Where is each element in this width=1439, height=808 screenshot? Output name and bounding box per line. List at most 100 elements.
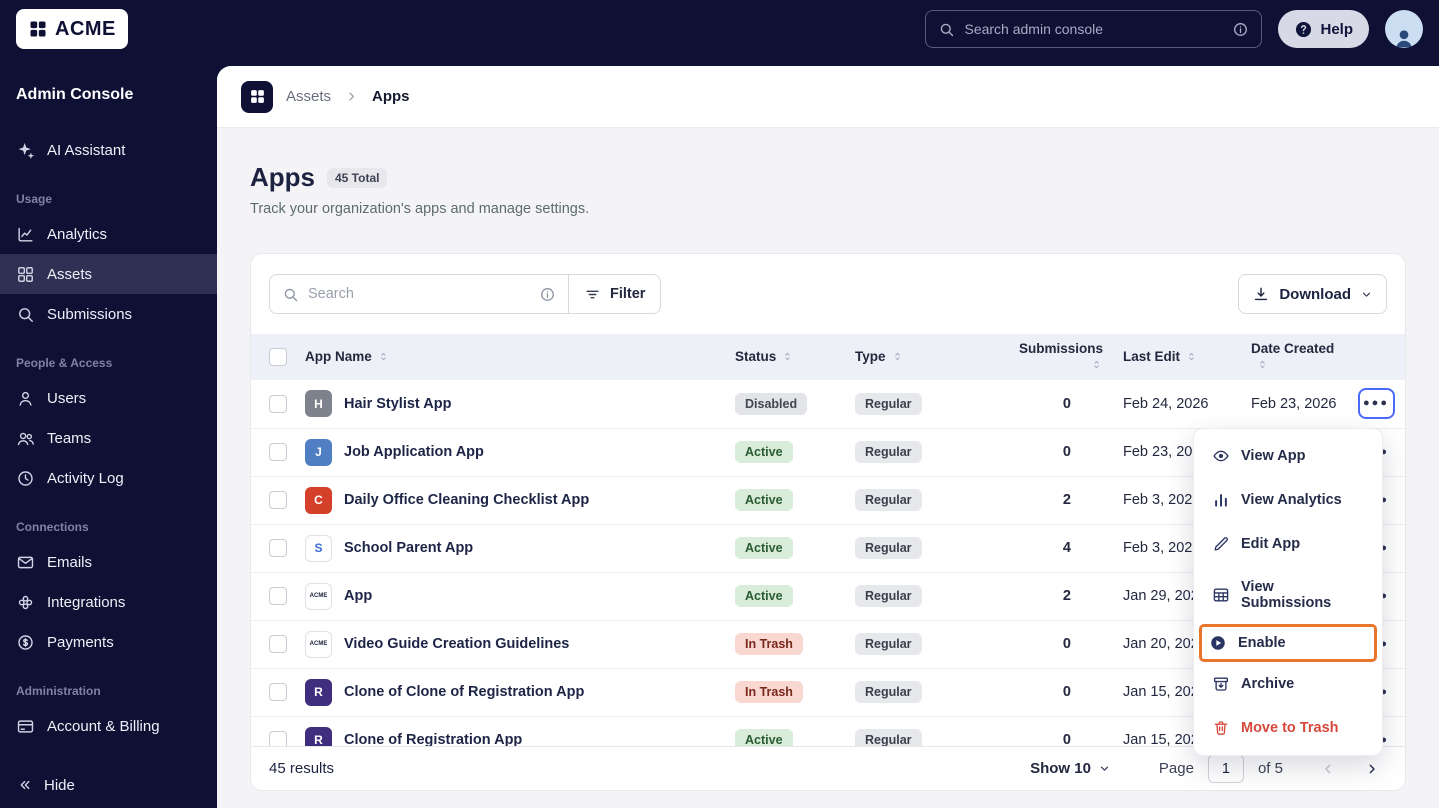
row-checkbox[interactable] xyxy=(269,539,287,557)
sidebar-item-ai-assistant[interactable]: AI Assistant xyxy=(0,130,217,170)
app-thumbnail: ACME xyxy=(305,582,332,610)
sidebar-item-teams[interactable]: Teams xyxy=(0,418,217,458)
row-checkbox[interactable] xyxy=(269,683,287,701)
archive-icon xyxy=(1212,675,1230,693)
avatar[interactable] xyxy=(1385,10,1423,48)
logo-text: ACME xyxy=(55,17,116,40)
sidebar-item-integrations[interactable]: Integrations xyxy=(0,582,217,622)
prev-page-button[interactable] xyxy=(1313,754,1343,784)
chevron-right-icon xyxy=(1364,761,1380,777)
filter-icon xyxy=(584,286,601,303)
row-actions-button[interactable]: ●●● xyxy=(1357,388,1395,420)
type-badge: Regular xyxy=(855,729,922,746)
app-name-link[interactable]: Clone of Clone of Registration App xyxy=(344,684,584,700)
show-label: Show 10 xyxy=(1030,760,1091,777)
next-page-button[interactable] xyxy=(1357,754,1387,784)
menu-item-label: Move to Trash xyxy=(1241,720,1339,736)
sidebar-item-label: Account & Billing xyxy=(47,717,160,735)
column-header-status[interactable]: Status xyxy=(727,334,847,380)
sidebar-sections: Usage Analytics Assets Submissions People & … xyxy=(0,170,217,746)
row-checkbox[interactable] xyxy=(269,443,287,461)
trash-icon xyxy=(1212,719,1230,737)
table-row: H Hair Stylist App Disabled Regular 0 Feb 24,… xyxy=(251,380,1405,428)
menu-item-view-analytics[interactable]: View Analytics xyxy=(1199,478,1377,522)
row-checkbox[interactable] xyxy=(269,491,287,509)
eye-icon xyxy=(1212,447,1230,465)
chevron-down-icon xyxy=(1098,762,1111,775)
page-number-input[interactable] xyxy=(1207,754,1244,783)
sidebar-item-label: Emails xyxy=(47,553,93,571)
menu-item-archive[interactable]: Archive xyxy=(1199,662,1377,706)
show-per-page-select[interactable]: Show 10 xyxy=(1030,760,1111,777)
menu-item-view-app[interactable]: View App xyxy=(1199,434,1377,478)
sidebar-item-emails[interactable]: Emails xyxy=(0,542,217,582)
sidebar-item-activity-log[interactable]: Activity Log xyxy=(0,458,217,498)
type-badge: Regular xyxy=(855,633,922,655)
sidebar-item-label: Activity Log xyxy=(47,469,124,487)
submissions-count: 2 xyxy=(997,571,1115,620)
status-badge: Disabled xyxy=(735,392,808,415)
filter-button[interactable]: Filter xyxy=(569,274,662,314)
row-checkbox[interactable] xyxy=(269,394,287,413)
column-header-date-created[interactable]: Date Created xyxy=(1243,334,1347,380)
filter-label: Filter xyxy=(610,286,646,302)
download-icon xyxy=(1252,285,1270,303)
sort-icon xyxy=(1090,358,1103,371)
help-button[interactable]: Help xyxy=(1278,10,1369,48)
row-checkbox[interactable] xyxy=(269,635,287,653)
sidebar-item-account-billing[interactable]: Account & Billing xyxy=(0,706,217,746)
download-button[interactable]: Download xyxy=(1238,274,1387,314)
column-header-last-edit[interactable]: Last Edit xyxy=(1115,334,1243,380)
sidebar-item-label: Analytics xyxy=(47,225,108,243)
app-name-link[interactable]: Job Application App xyxy=(344,444,484,460)
hide-label: Hide xyxy=(44,776,75,794)
column-header-app-name[interactable]: App Name xyxy=(297,334,727,380)
menu-item-edit-app[interactable]: Edit App xyxy=(1199,522,1377,566)
sidebar-item-payments[interactable]: Payments xyxy=(0,622,217,662)
sidebar-item-label: Payments xyxy=(47,633,114,651)
sidebar-item-users[interactable]: Users xyxy=(0,378,217,418)
table-search[interactable] xyxy=(269,274,569,314)
app-name-link[interactable]: Clone of Registration App xyxy=(344,732,522,746)
column-label: Date Created xyxy=(1251,340,1335,356)
sidebar-hide-button[interactable]: Hide xyxy=(0,776,91,794)
app-name-link[interactable]: Hair Stylist App xyxy=(344,396,451,412)
select-all-checkbox[interactable] xyxy=(269,348,287,366)
sidebar-item-submissions[interactable]: Submissions xyxy=(0,294,217,334)
chevron-right-icon xyxy=(344,89,359,104)
type-badge: Regular xyxy=(855,489,922,511)
app-name-link[interactable]: Video Guide Creation Guidelines xyxy=(344,636,569,652)
admin-search-input[interactable] xyxy=(964,21,1224,37)
app-thumbnail: H xyxy=(305,390,332,418)
row-actions-menu: View App View Analytics Edit App View Submi… xyxy=(1193,428,1383,756)
table-search-input[interactable] xyxy=(308,286,530,302)
assets-icon xyxy=(241,80,273,113)
app-name-link[interactable]: School Parent App xyxy=(344,540,473,556)
users-icon xyxy=(16,429,35,448)
row-checkbox[interactable] xyxy=(269,731,287,746)
type-badge: Regular xyxy=(855,681,922,703)
app-name-link[interactable]: App xyxy=(344,588,372,604)
menu-item-move-to-trash[interactable]: Move to Trash xyxy=(1199,706,1377,750)
app-name-link[interactable]: Daily Office Cleaning Checklist App xyxy=(344,492,589,508)
menu-item-label: View Analytics xyxy=(1241,492,1342,508)
row-checkbox[interactable] xyxy=(269,587,287,605)
acme-logo: ACME xyxy=(16,9,128,49)
menu-item-enable[interactable]: Enable xyxy=(1199,624,1377,662)
user-icon xyxy=(16,389,35,408)
column-label: App Name xyxy=(305,348,372,364)
menu-item-view-submissions[interactable]: View Submissions xyxy=(1199,566,1377,624)
column-header-type[interactable]: Type xyxy=(847,334,997,380)
status-badge: Active xyxy=(735,585,793,607)
search-icon xyxy=(16,305,35,324)
admin-search[interactable] xyxy=(925,10,1263,48)
sidebar-item-analytics[interactable]: Analytics xyxy=(0,214,217,254)
chevron-down-icon xyxy=(1360,288,1373,301)
breadcrumb-assets-link[interactable]: Assets xyxy=(286,88,331,105)
column-header-submissions[interactable]: Submissions xyxy=(997,334,1115,380)
sidebar-item-assets[interactable]: Assets xyxy=(0,254,217,294)
sidebar-section-label-administration: Administration xyxy=(16,684,101,698)
sort-icon xyxy=(891,350,904,363)
breadcrumb-current: Apps xyxy=(372,88,410,105)
sidebar-item-label: Submissions xyxy=(47,305,133,323)
